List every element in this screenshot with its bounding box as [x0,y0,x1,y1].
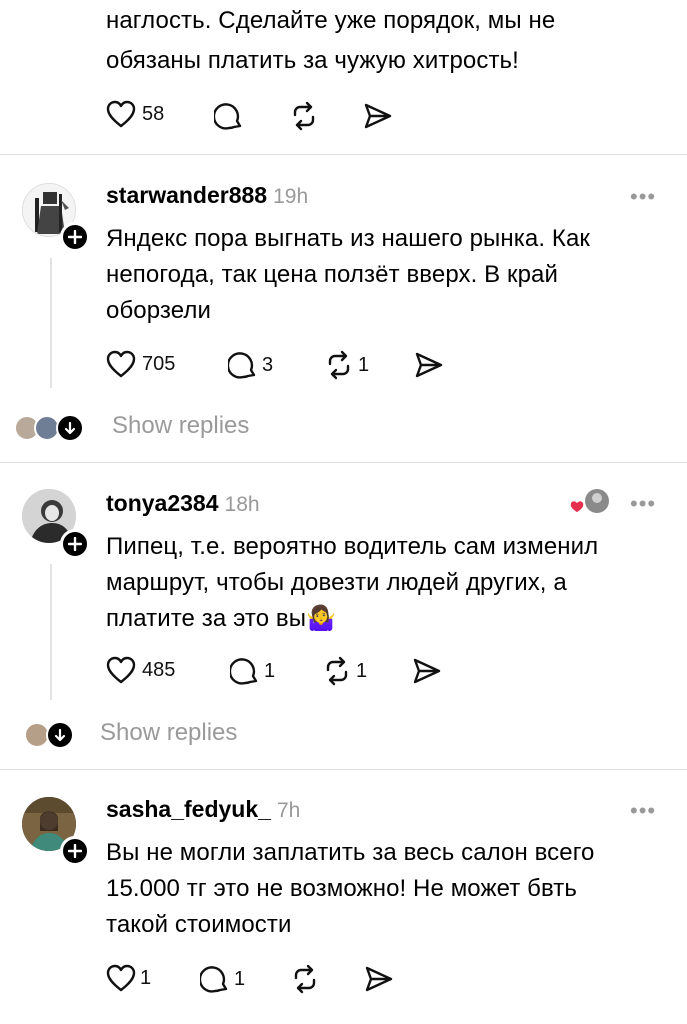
repost-count: 1 [356,659,368,682]
repost-button[interactable]: 1 [324,350,369,380]
plus-icon [68,537,82,551]
comment-text-line: маршрут, чтобы довезти людей других, а [106,569,567,596]
like-count: 1 [140,966,152,989]
comment-header: starwander888 19h [106,182,308,209]
comment-text-line: Пипец, т.е. вероятно водитель сам измени… [106,533,599,560]
comment-header: sasha_fedyuk_ 7h [106,796,300,823]
arrow-down-icon [46,721,74,749]
share-button[interactable] [414,351,444,379]
share-button[interactable] [363,102,393,130]
reply-count: 3 [262,353,274,376]
comment-text-line: Яндекс пора выгнать из нашего рынка. Как [106,225,590,252]
like-count: 58 [142,102,165,125]
send-icon [364,965,394,993]
more-options-button[interactable]: ••• [630,798,656,824]
share-button[interactable] [412,657,442,685]
comment-bubble-icon [200,964,230,994]
like-button[interactable]: 705 [106,350,175,378]
send-icon [414,351,444,379]
repost-button[interactable]: 1 [322,656,367,686]
send-icon [412,657,442,685]
reply-button[interactable]: 1 [200,964,245,994]
follow-button[interactable] [60,836,90,866]
send-icon [363,102,393,130]
comment-bubble-icon [228,350,258,380]
repost-icon [289,101,319,131]
comment-text-line: обязаны платить за чужую хитрость! [106,47,519,74]
timestamp: 7h [276,799,301,822]
thread-line [50,258,52,388]
repost-count: 1 [358,353,370,376]
repost-button[interactable] [290,964,320,994]
username[interactable]: starwander888 [106,182,267,208]
comment-bubble-icon [230,656,260,686]
show-replies-label: Show replies [100,719,238,746]
more-options-button[interactable]: ••• [630,184,656,210]
more-dots-icon: ••• [630,798,657,823]
repost-icon [322,656,352,686]
timestamp: 19h [273,185,309,208]
comment-text-line: оборзели [106,297,212,324]
divider [0,154,687,155]
comment-text-line: непогода, так цена ползёт вверх. В край [106,261,559,288]
like-button[interactable]: 485 [106,656,175,684]
reply-button[interactable]: 3 [228,350,273,380]
reply-count: 1 [264,659,276,682]
comment-text-line: платите за это вы🤷‍♀️ [106,605,337,632]
plus-icon [68,844,82,858]
liked-by-author-badge [568,488,610,516]
plus-icon [68,230,82,244]
reply-button[interactable] [214,101,244,131]
show-replies-button[interactable]: Show replies [24,719,284,751]
thread-line [50,564,52,700]
more-dots-icon: ••• [630,491,657,516]
timestamp: 18h [224,493,260,516]
more-options-button[interactable]: ••• [630,491,656,517]
heart-icon [106,964,136,992]
heart-icon [106,656,136,684]
reply-button[interactable]: 1 [230,656,275,686]
show-replies-label: Show replies [112,412,250,439]
divider [0,462,687,463]
comment-header: tonya2384 18h [106,490,260,517]
repost-icon [324,350,354,380]
comment-bubble-icon [214,101,244,131]
show-replies-button[interactable]: Show replies [14,412,294,444]
heart-icon [106,100,136,128]
share-button[interactable] [364,965,394,993]
heart-icon [106,350,136,378]
comment-text-line: такой стоимости [106,911,292,938]
arrow-down-icon [56,414,84,442]
comment-text-line: 15.000 тг это не возможно! Не может бвть [106,875,578,902]
username[interactable]: tonya2384 [106,490,219,516]
like-count: 705 [142,352,176,375]
like-count: 485 [142,658,176,681]
like-button[interactable]: 58 [106,100,164,128]
repost-icon [290,964,320,994]
reply-count: 1 [234,967,246,990]
username[interactable]: sasha_fedyuk_ [106,796,271,822]
like-button[interactable]: 1 [106,964,151,992]
comment-text-line: Вы не могли заплатить за весь салон всег… [106,839,595,866]
follow-button[interactable] [60,222,90,252]
follow-button[interactable] [60,529,90,559]
more-dots-icon: ••• [630,184,657,209]
repost-button[interactable] [289,101,319,131]
comment-text-line: наглость. Сделайте уже порядок, мы не [106,7,556,34]
divider [0,769,687,770]
